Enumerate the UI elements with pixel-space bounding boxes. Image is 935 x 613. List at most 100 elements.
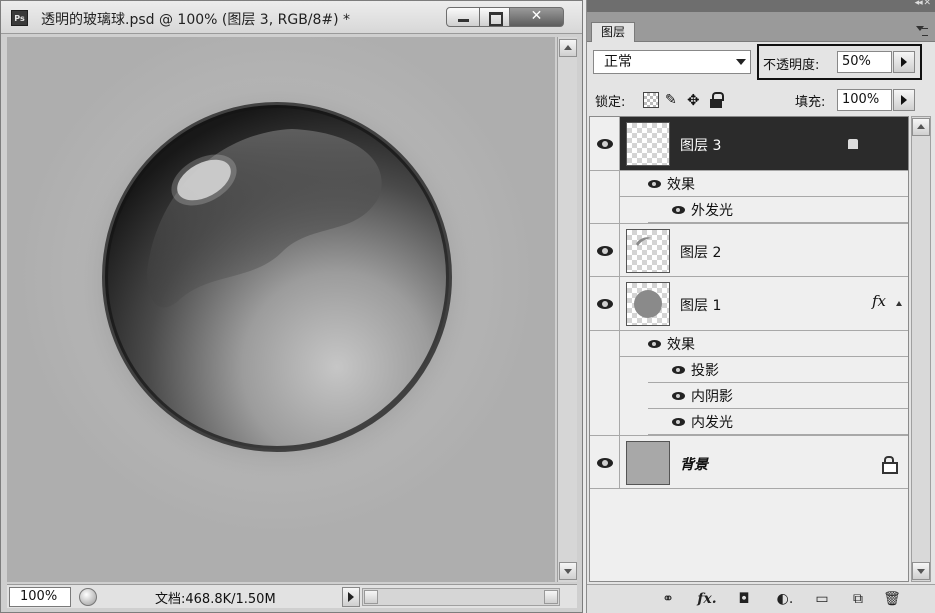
new-layer-icon[interactable]: ⧉ — [849, 591, 867, 607]
mask-icon[interactable]: ◘ — [735, 591, 753, 607]
status-options-icon[interactable] — [79, 588, 97, 606]
effect-divider — [620, 331, 908, 357]
effect-eye-icon[interactable] — [672, 418, 685, 426]
vertical-scrollbar[interactable] — [557, 37, 577, 582]
effects-label: 效果 — [667, 177, 695, 193]
effect-divider — [648, 197, 908, 223]
visibility-cell — [590, 171, 620, 197]
layer-effects-fx-icon[interactable]: fx — [872, 292, 886, 310]
visibility-cell — [590, 409, 620, 435]
document-size-info: 文档:468.8K/1.50M — [155, 592, 276, 607]
scroll-left-arrow-icon[interactable] — [364, 590, 378, 604]
effects-group-row[interactable]: 效果 — [590, 171, 908, 197]
scroll-down-arrow-icon[interactable] — [912, 562, 930, 580]
effects-group-row[interactable]: 效果 — [590, 331, 908, 357]
highlight-shape-thumbnail-icon — [636, 237, 651, 246]
layer-name[interactable]: 图层 3 — [680, 135, 721, 155]
eye-icon[interactable] — [597, 246, 613, 256]
effect-divider — [648, 357, 908, 383]
fx-icon[interactable]: fx. — [695, 591, 719, 607]
visibility-cell[interactable] — [590, 436, 620, 488]
blend-mode-select[interactable]: 正常 — [593, 50, 751, 74]
fill-label: 填充: — [795, 95, 826, 110]
link-icon[interactable]: ⚭ — [659, 591, 677, 607]
layer-row-layer-3[interactable]: 图层 3 — [590, 117, 908, 171]
horizontal-scrollbar[interactable] — [362, 588, 560, 606]
effect-divider — [648, 383, 908, 409]
sphere-thumbnail-icon — [634, 290, 662, 318]
visibility-cell — [590, 331, 620, 357]
close-button[interactable]: ✕ — [510, 7, 564, 27]
layer-row-layer-1[interactable]: 图层 1 fx — [590, 277, 908, 331]
lock-brush-icon[interactable]: ✎ — [665, 92, 681, 108]
layer-lock-icon — [848, 139, 858, 149]
fill-slider-arrow-icon[interactable] — [893, 89, 915, 111]
effect-eye-icon[interactable] — [648, 180, 661, 188]
visibility-cell — [590, 357, 620, 383]
effect-name: 投影 — [691, 363, 719, 379]
opacity-label: 不透明度: — [763, 58, 820, 73]
eye-icon[interactable] — [597, 139, 613, 149]
layer-name[interactable]: 图层 1 — [680, 295, 721, 315]
collapse-effects-icon[interactable] — [896, 301, 902, 306]
scroll-right-arrow-icon[interactable] — [544, 590, 558, 604]
panel-collapse-icon[interactable]: ◂◂ ✕ — [915, 0, 931, 8]
panel-top-strip[interactable]: ◂◂ ✕ — [587, 0, 935, 12]
scroll-up-arrow-icon[interactable] — [912, 118, 930, 136]
panel-footer: ⚭ fx. ◘ ◐. ▭ ⧉ 🗑 — [587, 584, 935, 613]
effect-row-outer-glow[interactable]: 外发光 — [590, 197, 908, 223]
lock-all-icon[interactable] — [709, 92, 725, 108]
status-bar: 100% 文档:468.8K/1.50M — [7, 584, 577, 608]
eye-icon[interactable] — [597, 299, 613, 309]
scroll-down-arrow-icon[interactable] — [559, 562, 577, 580]
effect-name: 内阴影 — [691, 389, 733, 405]
fill-input[interactable]: 100% — [837, 89, 892, 111]
panel-tab-row: 图层 — [587, 12, 935, 42]
lock-transparent-icon[interactable] — [643, 92, 659, 108]
lock-label: 锁定: — [595, 95, 626, 110]
effect-name: 内发光 — [691, 415, 733, 431]
status-menu-arrow-icon[interactable] — [342, 587, 360, 607]
opacity-input[interactable]: 50% — [837, 51, 892, 73]
visibility-cell[interactable] — [590, 277, 620, 330]
visibility-cell[interactable] — [590, 224, 620, 276]
effect-eye-icon[interactable] — [672, 206, 685, 214]
layer-row-background[interactable]: 背景 — [590, 435, 908, 489]
group-folder-icon[interactable]: ▭ — [813, 591, 831, 607]
layer-name[interactable]: 背景 — [680, 454, 708, 474]
layer-thumbnail — [626, 441, 670, 485]
document-titlebar[interactable]: Ps 透明的玻璃球.psd @ 100% (图层 3, RGB/8#) * ✕ — [1, 1, 582, 34]
effects-label: 效果 — [667, 337, 695, 353]
document-canvas[interactable] — [7, 37, 555, 582]
effect-eye-icon[interactable] — [672, 366, 685, 374]
effect-row-drop-shadow[interactable]: 投影 — [590, 357, 908, 383]
effect-row-inner-shadow[interactable]: 内阴影 — [590, 383, 908, 409]
glass-sphere-image — [7, 37, 555, 582]
layer-row-layer-2[interactable]: 图层 2 — [590, 223, 908, 277]
adjustment-icon[interactable]: ◐. — [773, 591, 797, 607]
scroll-up-arrow-icon[interactable] — [559, 39, 577, 57]
layer-name[interactable]: 图层 2 — [680, 242, 721, 262]
minimize-button[interactable] — [446, 7, 480, 27]
trash-icon[interactable]: 🗑 — [883, 591, 901, 607]
visibility-cell[interactable] — [590, 117, 620, 170]
photoshop-logo-icon: Ps — [11, 10, 28, 26]
layers-list: 图层 3 效果 外发光 图层 2 图层 1 fx 效果 投影 内阴影 内发光 背… — [589, 116, 909, 582]
maximize-button[interactable] — [480, 7, 510, 27]
layers-panel: ◂◂ ✕ 图层 正常 不透明度: 50% 锁定: ✎ ✥ 填充: 100% 图层… — [586, 0, 935, 613]
window-controls: ✕ — [446, 7, 564, 27]
effect-eye-icon[interactable] — [648, 340, 661, 348]
effect-divider — [648, 409, 908, 435]
opacity-slider-arrow-icon[interactable] — [893, 51, 915, 73]
lock-move-icon[interactable]: ✥ — [687, 92, 703, 108]
effect-row-inner-glow[interactable]: 内发光 — [590, 409, 908, 435]
lock-row: 锁定: ✎ ✥ 填充: 100% — [587, 86, 935, 114]
visibility-cell — [590, 383, 620, 409]
effect-eye-icon[interactable] — [672, 392, 685, 400]
tab-layers[interactable]: 图层 — [591, 22, 635, 42]
layers-scrollbar[interactable] — [911, 116, 931, 582]
document-window: Ps 透明的玻璃球.psd @ 100% (图层 3, RGB/8#) * ✕ — [0, 0, 583, 613]
panel-menu-icon[interactable] — [916, 26, 928, 36]
zoom-level-input[interactable]: 100% — [9, 587, 71, 607]
eye-icon[interactable] — [597, 458, 613, 468]
